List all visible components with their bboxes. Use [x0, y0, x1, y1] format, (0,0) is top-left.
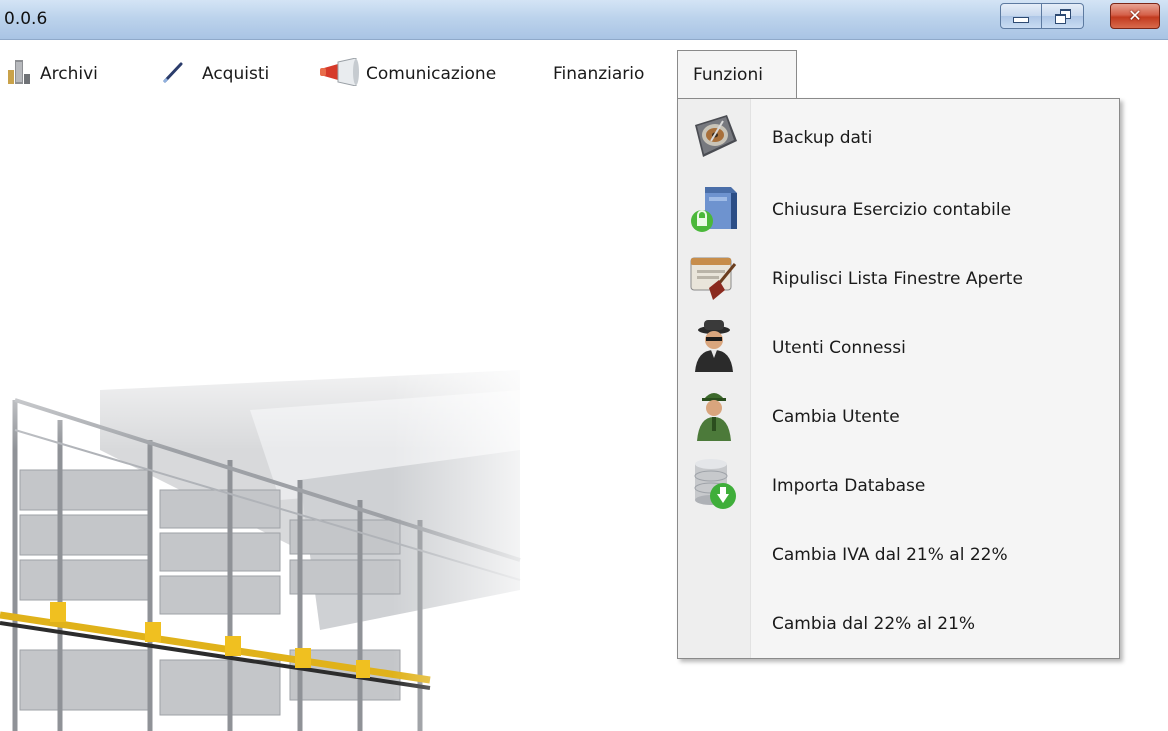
- menu-item-label: Utenti Connessi: [772, 337, 906, 358]
- menu-item-label: Importa Database: [772, 475, 926, 496]
- menu-finanziario[interactable]: Finanziario: [553, 49, 644, 99]
- restore-button[interactable]: [1042, 3, 1084, 29]
- menu-item-backup-dati[interactable]: Backup dati: [678, 103, 1119, 172]
- database-import-icon: [687, 456, 741, 516]
- menu-item-label: Cambia Utente: [772, 406, 900, 427]
- spy-user-icon: [687, 318, 741, 378]
- menu-funzioni-label: Funzioni: [693, 64, 763, 85]
- megaphone-icon: [318, 56, 362, 91]
- menu-item-cambia-22-21[interactable]: Cambia dal 22% al 21%: [678, 589, 1119, 658]
- menu-acquisti-label: Acquisti: [202, 64, 270, 84]
- soldier-user-icon: [687, 387, 741, 447]
- close-icon: ✕: [1128, 6, 1142, 25]
- menu-item-label: Chiusura Esercizio contabile: [772, 199, 1012, 220]
- minimize-button[interactable]: [1000, 3, 1042, 29]
- menu-archivi[interactable]: Archivi: [6, 49, 98, 99]
- menu-item-cambia-iva-21-22[interactable]: Cambia IVA dal 21% al 22%: [678, 520, 1119, 589]
- warehouse-illustration: [0, 330, 560, 731]
- menu-item-utenti-connessi[interactable]: Utenti Connessi: [678, 313, 1119, 382]
- menu-funzioni[interactable]: Funzioni: [677, 50, 797, 98]
- menu-finanziario-label: Finanziario: [553, 64, 645, 84]
- menu-item-ripulisci-finestre[interactable]: Ripulisci Lista Finestre Aperte: [678, 244, 1119, 313]
- title-bar: 0.0.6 ✕: [0, 0, 1168, 40]
- menu-item-chiusura-esercizio[interactable]: Chiusura Esercizio contabile: [678, 175, 1119, 244]
- funzioni-dropdown: Backup dati Chiusura Esercizio contabile: [677, 98, 1120, 659]
- hard-disk-icon: [687, 111, 741, 165]
- binder-icon: [6, 58, 32, 91]
- menu-item-importa-database[interactable]: Importa Database: [678, 451, 1119, 520]
- menu-comunicazione[interactable]: Comunicazione: [318, 49, 496, 99]
- window-title: 0.0.6: [4, 9, 48, 29]
- pen-icon: [160, 59, 186, 90]
- menu-item-label: Ripulisci Lista Finestre Aperte: [772, 268, 1023, 289]
- server-lock-icon: [687, 183, 741, 237]
- menu-comunicazione-label: Comunicazione: [366, 64, 497, 84]
- menu-item-label: Cambia dal 22% al 21%: [772, 613, 976, 634]
- close-button[interactable]: ✕: [1110, 3, 1160, 29]
- menu-item-cambia-utente[interactable]: Cambia Utente: [678, 382, 1119, 451]
- minimize-icon: [1013, 17, 1029, 23]
- menu-acquisti[interactable]: Acquisti: [160, 49, 269, 99]
- restore-icon: [1054, 9, 1071, 24]
- window-broom-icon: [687, 252, 741, 306]
- menu-item-label: Cambia IVA dal 21% al 22%: [772, 544, 1008, 565]
- menu-item-label: Backup dati: [772, 127, 873, 148]
- menu-bar: Archivi Acquisti Comunicazione Finanziar…: [0, 44, 1168, 98]
- menu-archivi-label: Archivi: [40, 64, 98, 84]
